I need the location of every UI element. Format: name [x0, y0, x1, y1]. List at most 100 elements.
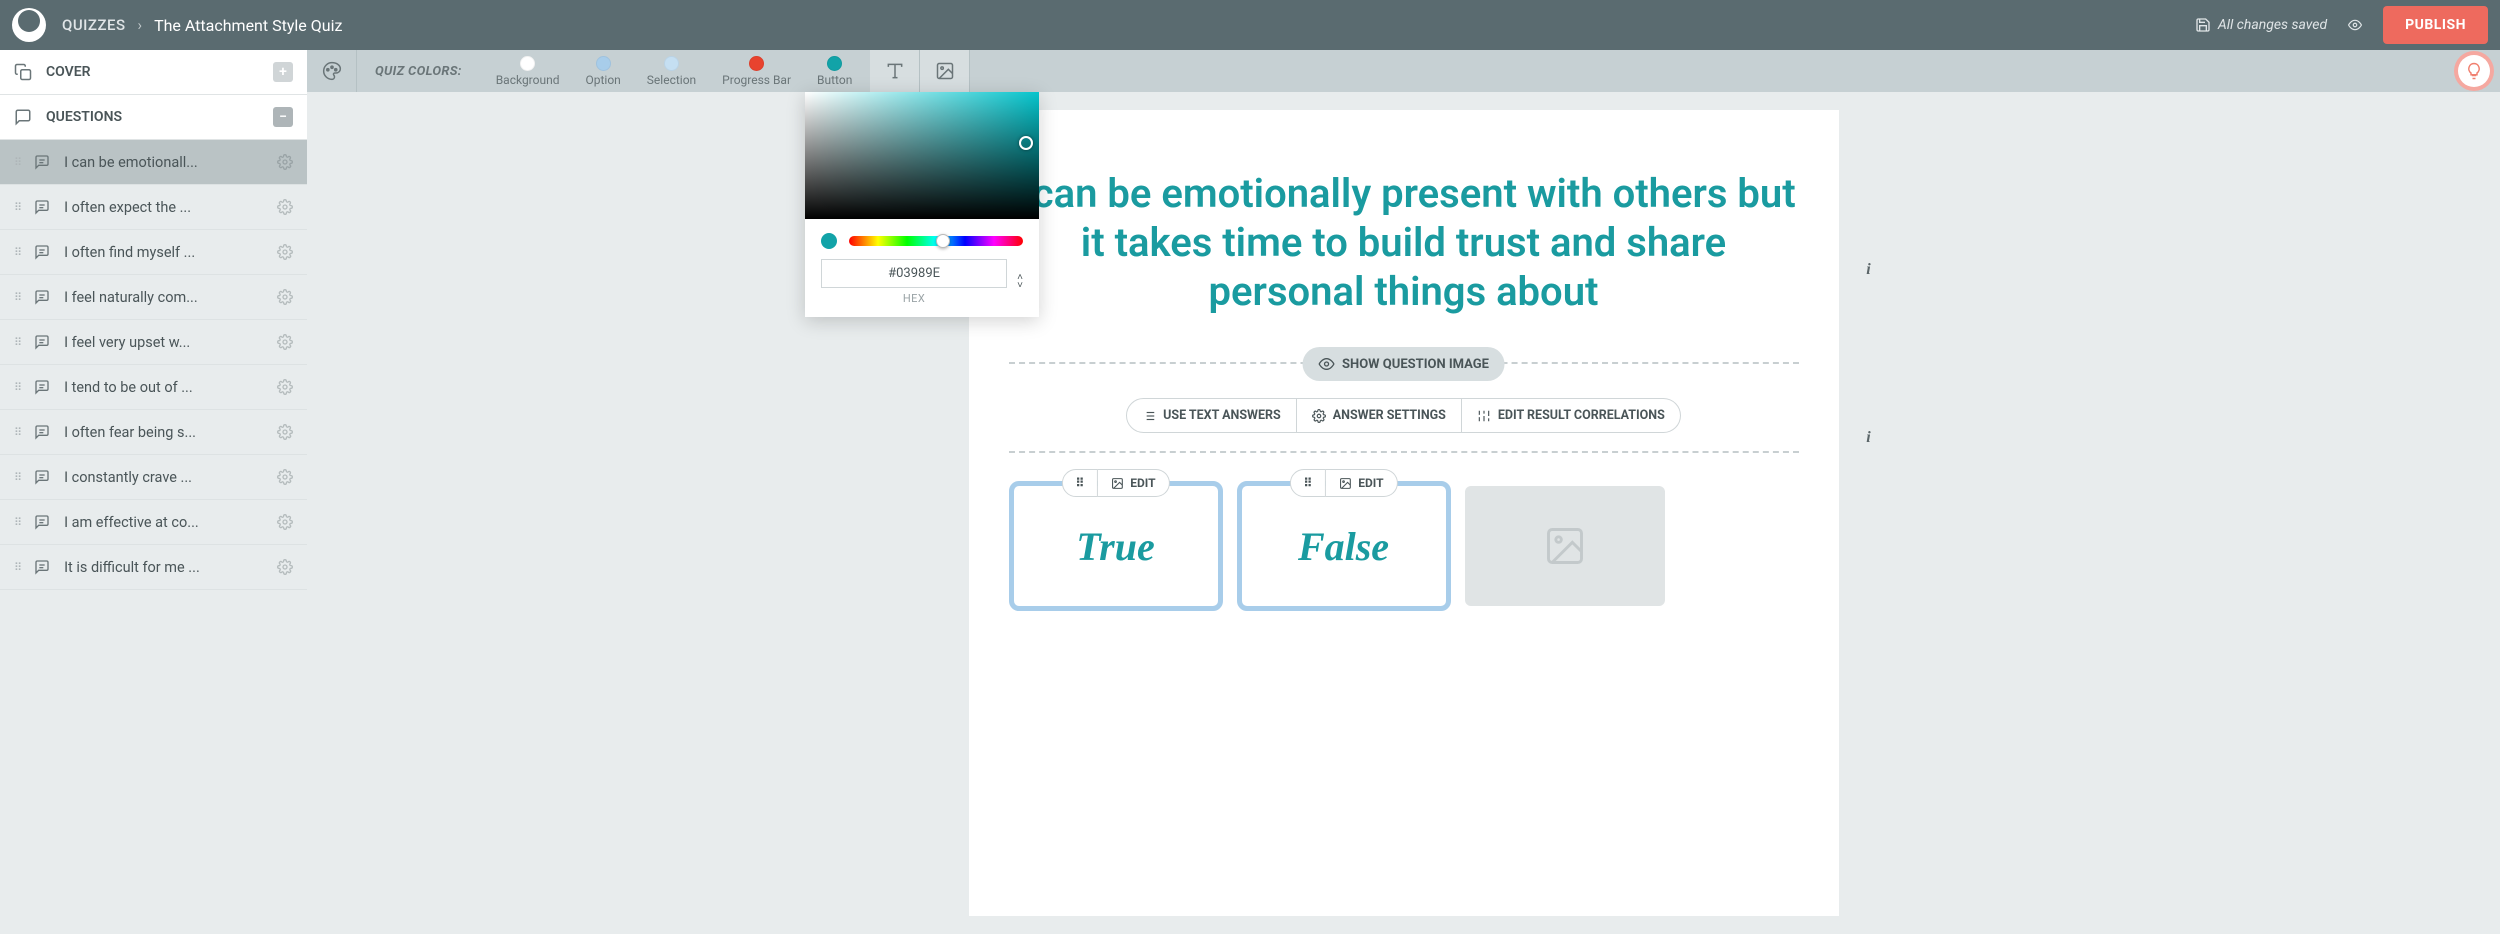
chat-icon: [32, 379, 52, 395]
hue-thumb[interactable]: [936, 234, 950, 248]
drag-handle-icon[interactable]: ⠿: [14, 291, 20, 304]
palette-icon: [322, 61, 342, 81]
color-saturation-area[interactable]: [805, 92, 1039, 219]
drag-handle-icon[interactable]: ⠿: [14, 381, 20, 394]
sidebar-question-item[interactable]: ⠿ I often expect the ...: [0, 185, 307, 230]
question-label: I can be emotionall...: [64, 154, 265, 171]
question-label: I often expect the ...: [64, 199, 265, 216]
answer-settings-button[interactable]: ANSWER SETTINGS: [1297, 398, 1462, 433]
gear-icon[interactable]: [277, 244, 293, 260]
hex-input[interactable]: [821, 259, 1007, 288]
gear-icon[interactable]: [277, 154, 293, 170]
palette-button[interactable]: [307, 50, 357, 92]
gear-icon[interactable]: [277, 334, 293, 350]
hex-label: HEX: [903, 292, 926, 305]
gear-icon[interactable]: [277, 559, 293, 575]
add-answer-placeholder[interactable]: [1465, 486, 1665, 606]
publish-button[interactable]: PUBLISH: [2383, 6, 2488, 44]
color-swatch-option[interactable]: Option: [585, 56, 620, 87]
gear-icon[interactable]: [277, 379, 293, 395]
color-cursor[interactable]: [1019, 136, 1033, 150]
copy-icon: [14, 63, 32, 81]
page-title: The Attachment Style Quiz: [154, 16, 342, 35]
chat-icon: [32, 154, 52, 170]
chevron-down-icon: ˅: [1017, 282, 1023, 290]
chat-icon: [32, 244, 52, 260]
info-icon[interactable]: i: [1859, 428, 1879, 448]
hue-slider[interactable]: [849, 236, 1023, 246]
preview-icon[interactable]: [2345, 18, 2365, 32]
drag-handle-icon[interactable]: ⠿: [14, 516, 20, 529]
show-question-image-button[interactable]: SHOW QUESTION IMAGE: [1302, 347, 1505, 381]
color-swatch-progress-bar[interactable]: Progress Bar: [722, 56, 791, 87]
color-swatch-button[interactable]: Button: [817, 56, 852, 87]
collapse-questions-button[interactable]: −: [273, 107, 293, 127]
gear-icon[interactable]: [277, 289, 293, 305]
question-label: I feel very upset w...: [64, 334, 265, 351]
swatch-circle: [664, 56, 679, 71]
color-swatch-selection[interactable]: Selection: [647, 56, 696, 87]
sidebar-question-item[interactable]: ⠿ I constantly crave ...: [0, 455, 307, 500]
sidebar-question-item[interactable]: ⠿ I am effective at co...: [0, 500, 307, 545]
sidebar-question-item[interactable]: ⠿ I can be emotionall...: [0, 140, 307, 185]
color-picker[interactable]: HEX ˄ ˅: [805, 92, 1039, 317]
swatch-label: Button: [817, 73, 852, 87]
eye-icon: [1318, 356, 1334, 372]
gear-icon[interactable]: [277, 514, 293, 530]
sidebar-question-item[interactable]: ⠿ I feel very upset w...: [0, 320, 307, 365]
gear-icon[interactable]: [277, 424, 293, 440]
app-logo[interactable]: [12, 8, 46, 42]
add-cover-button[interactable]: +: [273, 62, 293, 82]
gear-icon[interactable]: [277, 469, 293, 485]
sidebar-question-item[interactable]: ⠿ I often find myself ...: [0, 230, 307, 275]
swatch-circle: [749, 56, 764, 71]
drag-answer-button[interactable]: ⠿: [1289, 469, 1326, 497]
chat-icon: [32, 469, 52, 485]
drag-handle-icon[interactable]: ⠿: [14, 471, 20, 484]
answer-label: False: [1298, 523, 1389, 570]
swatch-label: Background: [496, 73, 560, 87]
drag-answer-button[interactable]: ⠿: [1061, 469, 1098, 497]
drag-handle-icon[interactable]: ⠿: [14, 561, 20, 574]
sidebar-section-questions[interactable]: QUESTIONS −: [0, 95, 307, 140]
list-icon: [1142, 409, 1156, 423]
sidebar-question-item[interactable]: ⠿ I feel naturally com...: [0, 275, 307, 320]
answer-card[interactable]: ⠿ EDIT True: [1009, 481, 1223, 611]
question-text[interactable]: I can be emotionally present with others…: [1009, 170, 1799, 316]
edit-answer-button[interactable]: EDIT: [1326, 469, 1397, 497]
sidebar-question-item[interactable]: ⠿ I often fear being s...: [0, 410, 307, 455]
chat-icon: [32, 559, 52, 575]
question-canvas: i i I can be emotionally present with ot…: [969, 110, 1839, 916]
gear-icon[interactable]: [277, 199, 293, 215]
drag-handle-icon[interactable]: ⠿: [14, 426, 20, 439]
answer-card[interactable]: ⠿ EDIT False: [1237, 481, 1451, 611]
swatch-circle: [596, 56, 611, 71]
drag-handle-icon[interactable]: ⠿: [14, 336, 20, 349]
edit-correlations-button[interactable]: EDIT RESULT CORRELATIONS: [1462, 398, 1681, 433]
drag-icon: ⠿: [1075, 476, 1084, 490]
use-text-answers-button[interactable]: USE TEXT ANSWERS: [1126, 398, 1297, 433]
sidebar-section-cover[interactable]: COVER +: [0, 50, 307, 95]
save-status: All changes saved: [2195, 17, 2327, 33]
color-format-toggle[interactable]: ˄ ˅: [1017, 274, 1023, 290]
image-placeholder-icon: [1543, 524, 1587, 568]
drag-handle-icon[interactable]: ⠿: [14, 246, 20, 259]
image-tool-button[interactable]: [920, 50, 970, 92]
question-label: I am effective at co...: [64, 514, 265, 531]
question-label: It is difficult for me ...: [64, 559, 265, 576]
sidebar-question-item[interactable]: ⠿ It is difficult for me ...: [0, 545, 307, 590]
swatch-label: Option: [585, 73, 620, 87]
info-icon[interactable]: i: [1859, 260, 1879, 280]
color-swatch-background[interactable]: Background: [496, 56, 560, 87]
breadcrumb-section[interactable]: QUIZZES: [62, 16, 126, 34]
tips-button[interactable]: [2458, 55, 2490, 87]
answer-label: True: [1076, 523, 1155, 570]
drag-handle-icon[interactable]: ⠿: [14, 156, 20, 169]
sidebar-question-item[interactable]: ⠿ I tend to be out of ...: [0, 365, 307, 410]
drag-icon: ⠿: [1303, 476, 1312, 490]
drag-handle-icon[interactable]: ⠿: [14, 201, 20, 214]
chat-icon: [32, 199, 52, 215]
text-tool-button[interactable]: [870, 50, 920, 92]
question-label: I often find myself ...: [64, 244, 265, 261]
edit-answer-button[interactable]: EDIT: [1098, 469, 1169, 497]
